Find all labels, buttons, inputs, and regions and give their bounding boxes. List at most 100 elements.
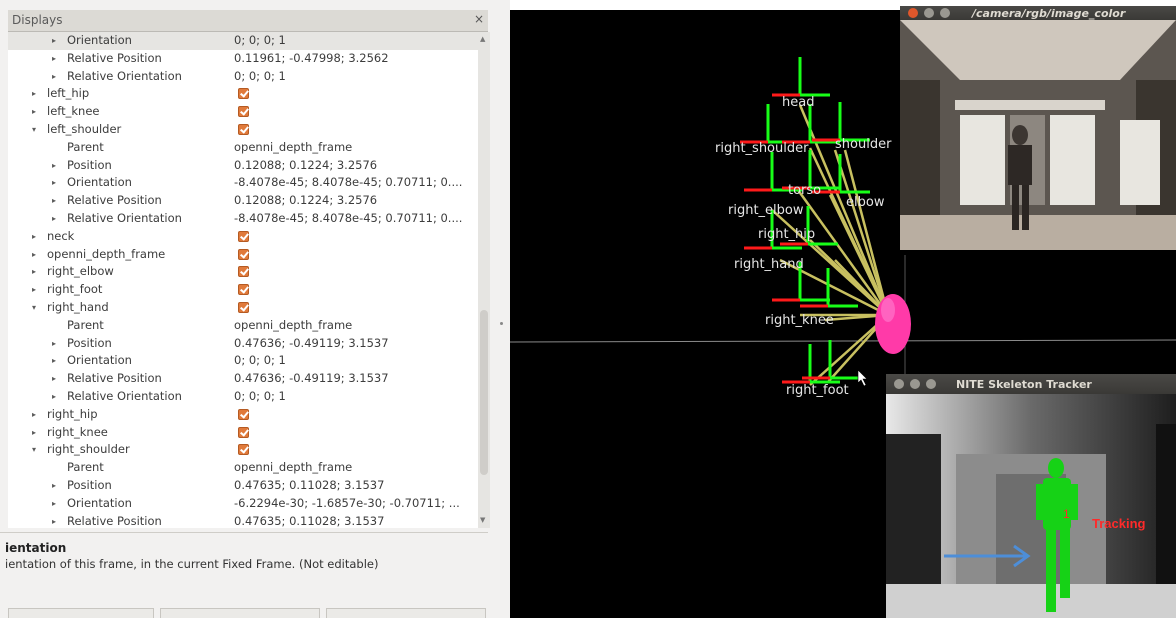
tree-row-name: Relative Position	[67, 371, 162, 386]
tree-row[interactable]: ▸ Position 0.47636; -0.49119; 3.1537	[8, 335, 478, 353]
tree-row[interactable]: ▸ right_hip	[8, 406, 478, 424]
tree-row[interactable]: ▾ right_shoulder	[8, 441, 478, 459]
collapse-arrow-icon[interactable]: ▾	[32, 121, 36, 139]
checkbox-checked-icon[interactable]	[238, 88, 249, 100]
expand-arrow-icon[interactable]: ▸	[52, 513, 56, 528]
scroll-down-icon[interactable]: ▼	[480, 516, 485, 524]
scroll-up-icon[interactable]: ▲	[480, 35, 485, 43]
tree-row[interactable]: ▸ Orientation -8.4078e-45; 8.4078e-45; 0.7…	[8, 174, 478, 192]
rgb-window-titlebar[interactable]: /camera/rgb/image_color	[900, 6, 1176, 20]
tree-row[interactable]: ▸ right_elbow	[8, 263, 478, 281]
nite-tracker-window[interactable]: NITE Skeleton Tracker 1 Tracking	[886, 374, 1176, 618]
tree-row[interactable]: ▸ Relative Position 0.47636; -0.49119; 3.1…	[8, 370, 478, 388]
expand-arrow-icon[interactable]: ▸	[52, 32, 56, 50]
collapse-arrow-icon[interactable]: ▾	[32, 441, 36, 459]
checkbox-checked-icon[interactable]	[238, 426, 249, 438]
bottom-button[interactable]	[326, 608, 486, 618]
tree-row-name: right_hand	[47, 299, 109, 314]
tree-row[interactable]: ▸ Orientation -6.2294e-30; -1.6857e-30; -0…	[8, 495, 478, 513]
splitter-handle-icon[interactable]	[500, 322, 503, 325]
checkbox-checked-icon[interactable]	[238, 284, 249, 296]
tree-row[interactable]: Parent openni_depth_frame	[8, 317, 478, 335]
bottom-button-bar	[8, 608, 488, 618]
checkbox-checked-icon[interactable]	[238, 248, 249, 260]
tree-row[interactable]: ▾ right_hand	[8, 299, 478, 317]
tree-row[interactable]: ▸ left_knee	[8, 103, 478, 121]
minimize-icon[interactable]	[910, 379, 920, 389]
expand-arrow-icon[interactable]: ▸	[52, 495, 56, 513]
expand-arrow-icon[interactable]: ▸	[32, 228, 36, 246]
checkbox-checked-icon[interactable]	[238, 106, 249, 118]
close-icon[interactable]	[894, 379, 904, 389]
bottom-button[interactable]	[8, 608, 154, 618]
nite-window-titlebar[interactable]: NITE Skeleton Tracker	[886, 374, 1176, 394]
checkbox-checked-icon[interactable]	[238, 408, 249, 420]
tree-row[interactable]: ▸ left_hip	[8, 85, 478, 103]
expand-arrow-icon[interactable]: ▸	[52, 157, 56, 175]
tree-row[interactable]: ▸ Relative Position 0.12088; 0.1224; 3.257…	[8, 192, 478, 210]
tree-row[interactable]: ▸ right_foot	[8, 281, 478, 299]
expand-arrow-icon[interactable]: ▸	[32, 424, 36, 442]
maximize-icon[interactable]	[926, 379, 936, 389]
tree-row[interactable]: ▸ openni_depth_frame	[8, 246, 478, 264]
tracking-status-label: Tracking	[1092, 516, 1146, 531]
expand-arrow-icon[interactable]: ▸	[32, 281, 36, 299]
expand-arrow-icon[interactable]: ▸	[52, 388, 56, 406]
expand-arrow-icon[interactable]: ▸	[52, 335, 56, 353]
expand-arrow-icon[interactable]: ▸	[52, 477, 56, 495]
tree-row[interactable]: ▸ Relative Position 0.47635; 0.11028; 3.15…	[8, 513, 478, 528]
close-icon[interactable]: ×	[474, 12, 484, 26]
tree-row-value: 0; 0; 0; 1	[234, 33, 286, 47]
expand-arrow-icon[interactable]: ▸	[32, 103, 36, 121]
tree-row[interactable]: ▸ neck	[8, 228, 478, 246]
checkbox-checked-icon[interactable]	[238, 266, 249, 278]
root-frame-highlight	[881, 298, 895, 322]
tree-row-name: Orientation	[67, 495, 132, 510]
tree-row[interactable]: ▸ right_knee	[8, 424, 478, 442]
expand-arrow-icon[interactable]: ▸	[52, 68, 56, 86]
tree-row[interactable]: ▸ Relative Position 0.11961; -0.47998; 3.2…	[8, 50, 478, 68]
expand-arrow-icon[interactable]: ▸	[52, 370, 56, 388]
bottom-button[interactable]	[160, 608, 320, 618]
checkbox-checked-icon[interactable]	[238, 123, 249, 135]
expand-arrow-icon[interactable]: ▸	[32, 246, 36, 264]
tree-row-value: 0; 0; 0; 1	[234, 388, 286, 403]
expand-arrow-icon[interactable]: ▸	[52, 352, 56, 370]
expand-arrow-icon[interactable]: ▸	[52, 192, 56, 210]
tree-row[interactable]: Parent openni_depth_frame	[8, 459, 478, 477]
panel-splitter[interactable]	[490, 0, 510, 618]
tree-row-value: 0.47636; -0.49119; 3.1537	[234, 371, 389, 386]
expand-arrow-icon[interactable]: ▸	[32, 263, 36, 281]
tree-row[interactable]: ▸ Relative Orientation -8.4078e-45; 8.4078…	[8, 210, 478, 228]
tree-row[interactable]: ▸ Relative Orientation 0; 0; 0; 1	[8, 388, 478, 406]
expand-arrow-icon[interactable]: ▸	[32, 406, 36, 424]
close-icon[interactable]	[908, 8, 918, 18]
displays-header: Displays ×	[8, 10, 488, 32]
expand-arrow-icon[interactable]: ▸	[52, 174, 56, 192]
minimize-icon[interactable]	[924, 8, 934, 18]
description-text: ientation of this frame, in the current …	[5, 557, 379, 571]
collapse-arrow-icon[interactable]: ▾	[32, 299, 36, 317]
checkbox-checked-icon[interactable]	[238, 444, 249, 456]
tree-row[interactable]: ▸ Position 0.12088; 0.1224; 3.2576	[8, 157, 478, 175]
scroll-thumb[interactable]	[480, 310, 488, 475]
description-title: ientation	[5, 541, 67, 555]
tree-row[interactable]: ▸ Orientation 0; 0; 0; 1	[8, 352, 478, 370]
expand-arrow-icon[interactable]: ▸	[52, 210, 56, 228]
tree-scrollbar[interactable]: ▲ ▼	[478, 32, 490, 528]
maximize-icon[interactable]	[940, 8, 950, 18]
expand-arrow-icon[interactable]: ▸	[52, 50, 56, 68]
tree-row[interactable]: Parent openni_depth_frame	[8, 139, 478, 157]
tree-row-name: right_elbow	[47, 264, 114, 279]
expand-arrow-icon[interactable]: ▸	[32, 85, 36, 103]
tree-row[interactable]: ▸ Relative Orientation 0; 0; 0; 1	[8, 68, 478, 86]
tree-row[interactable]: ▸ Orientation 0; 0; 0; 1	[8, 32, 478, 50]
checkbox-checked-icon[interactable]	[238, 230, 249, 242]
rgb-camera-window[interactable]: /camera/rgb/image_color	[900, 6, 1176, 250]
tree-row-name: Orientation	[67, 33, 132, 47]
tf-frame-label: right_hip	[758, 227, 815, 242]
checkbox-checked-icon[interactable]	[238, 301, 249, 313]
tree-row[interactable]: ▸ Position 0.47635; 0.11028; 3.1537	[8, 477, 478, 495]
displays-tree[interactable]: ▸ Orientation 0; 0; 0; 1 ▸ Relative Position…	[8, 32, 478, 528]
tree-row[interactable]: ▾ left_shoulder	[8, 121, 478, 139]
